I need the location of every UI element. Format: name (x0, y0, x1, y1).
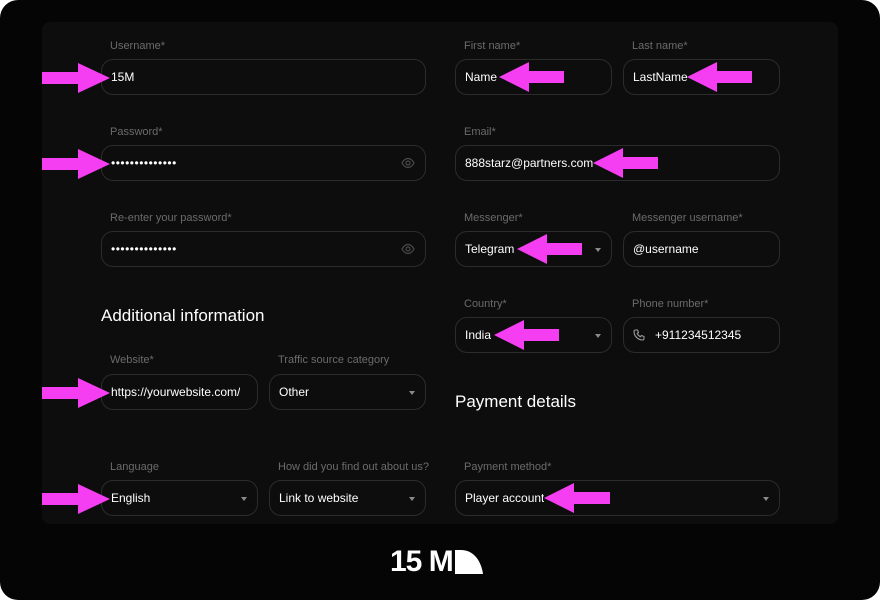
brand-logo: 15 M (390, 544, 483, 580)
language-value: English (111, 491, 151, 505)
payment-method-select[interactable]: Player account (455, 480, 780, 516)
messenger-username-value: @username (633, 242, 699, 256)
arrow-right-icon (42, 378, 110, 408)
last-name-label: Last name* (632, 40, 688, 52)
chevron-down-icon (409, 391, 415, 395)
website-label: Website* (110, 354, 154, 366)
screenshot-frame: Username* 15M Password* •••••••••••••• R… (0, 0, 880, 600)
phone-label: Phone number* (632, 298, 709, 310)
messenger-value: Telegram (465, 242, 515, 256)
country-value: India (465, 328, 492, 342)
username-input[interactable]: 15M (101, 59, 426, 95)
messenger-label: Messenger* (464, 212, 523, 224)
arrow-left-icon (494, 320, 559, 350)
email-label: Email* (464, 126, 496, 138)
username-value: 15M (111, 70, 135, 84)
password-input[interactable]: •••••••••••••• (101, 145, 426, 181)
chevron-down-icon (409, 497, 415, 501)
payment-details-heading: Payment details (455, 392, 576, 411)
website-value: https://yourwebsite.com/ (111, 385, 241, 399)
reenter-password-label: Re-enter your password* (110, 212, 232, 224)
password-value: •••••••••••••• (111, 156, 177, 170)
messenger-username-input[interactable]: @username (623, 231, 780, 267)
arrow-right-icon (42, 484, 110, 514)
brand-mark-icon (454, 550, 483, 574)
email-value: 888starz@partners.com (465, 156, 594, 170)
payment-method-value: Player account (465, 491, 545, 505)
traffic-source-value: Other (279, 385, 310, 399)
phone-icon (633, 329, 645, 341)
username-label: Username* (110, 40, 166, 52)
registration-form-panel (42, 22, 838, 524)
found-us-select[interactable]: Link to website (269, 480, 426, 516)
first-name-value: Name (465, 70, 498, 84)
first-name-label: First name* (464, 40, 521, 52)
reenter-password-input[interactable]: •••••••••••••• (101, 231, 426, 267)
found-us-label: How did you find out about us? (278, 461, 430, 473)
arrow-right-icon (42, 149, 110, 179)
website-input[interactable]: https://yourwebsite.com/ (101, 374, 258, 410)
payment-method-label: Payment method* (464, 461, 552, 473)
additional-information-heading: Additional information (101, 306, 265, 325)
chevron-down-icon (763, 497, 769, 501)
arrow-left-icon (687, 62, 752, 92)
phone-input[interactable]: +911234512345 (623, 317, 780, 353)
chevron-down-icon (241, 497, 247, 501)
arrow-right-icon (42, 63, 110, 93)
arrow-left-icon (593, 148, 658, 178)
eye-icon[interactable] (401, 243, 415, 258)
traffic-source-label: Traffic source category (278, 354, 390, 366)
arrow-left-icon (544, 483, 610, 513)
messenger-username-label: Messenger username* (632, 212, 743, 224)
last-name-value: LastName (633, 70, 688, 84)
phone-value: +911234512345 (655, 328, 742, 342)
eye-icon[interactable] (401, 157, 415, 172)
brand-text: 15 M (390, 545, 454, 578)
chevron-down-icon (595, 248, 601, 252)
found-us-value: Link to website (279, 491, 359, 505)
chevron-down-icon (595, 334, 601, 338)
arrow-left-icon (499, 62, 564, 92)
language-label: Language (110, 461, 159, 473)
language-select[interactable]: English (101, 480, 258, 516)
password-label: Password* (110, 126, 163, 138)
reenter-password-value: •••••••••••••• (111, 242, 177, 256)
country-label: Country* (464, 298, 507, 310)
arrow-left-icon (517, 234, 582, 264)
traffic-source-select[interactable]: Other (269, 374, 426, 410)
